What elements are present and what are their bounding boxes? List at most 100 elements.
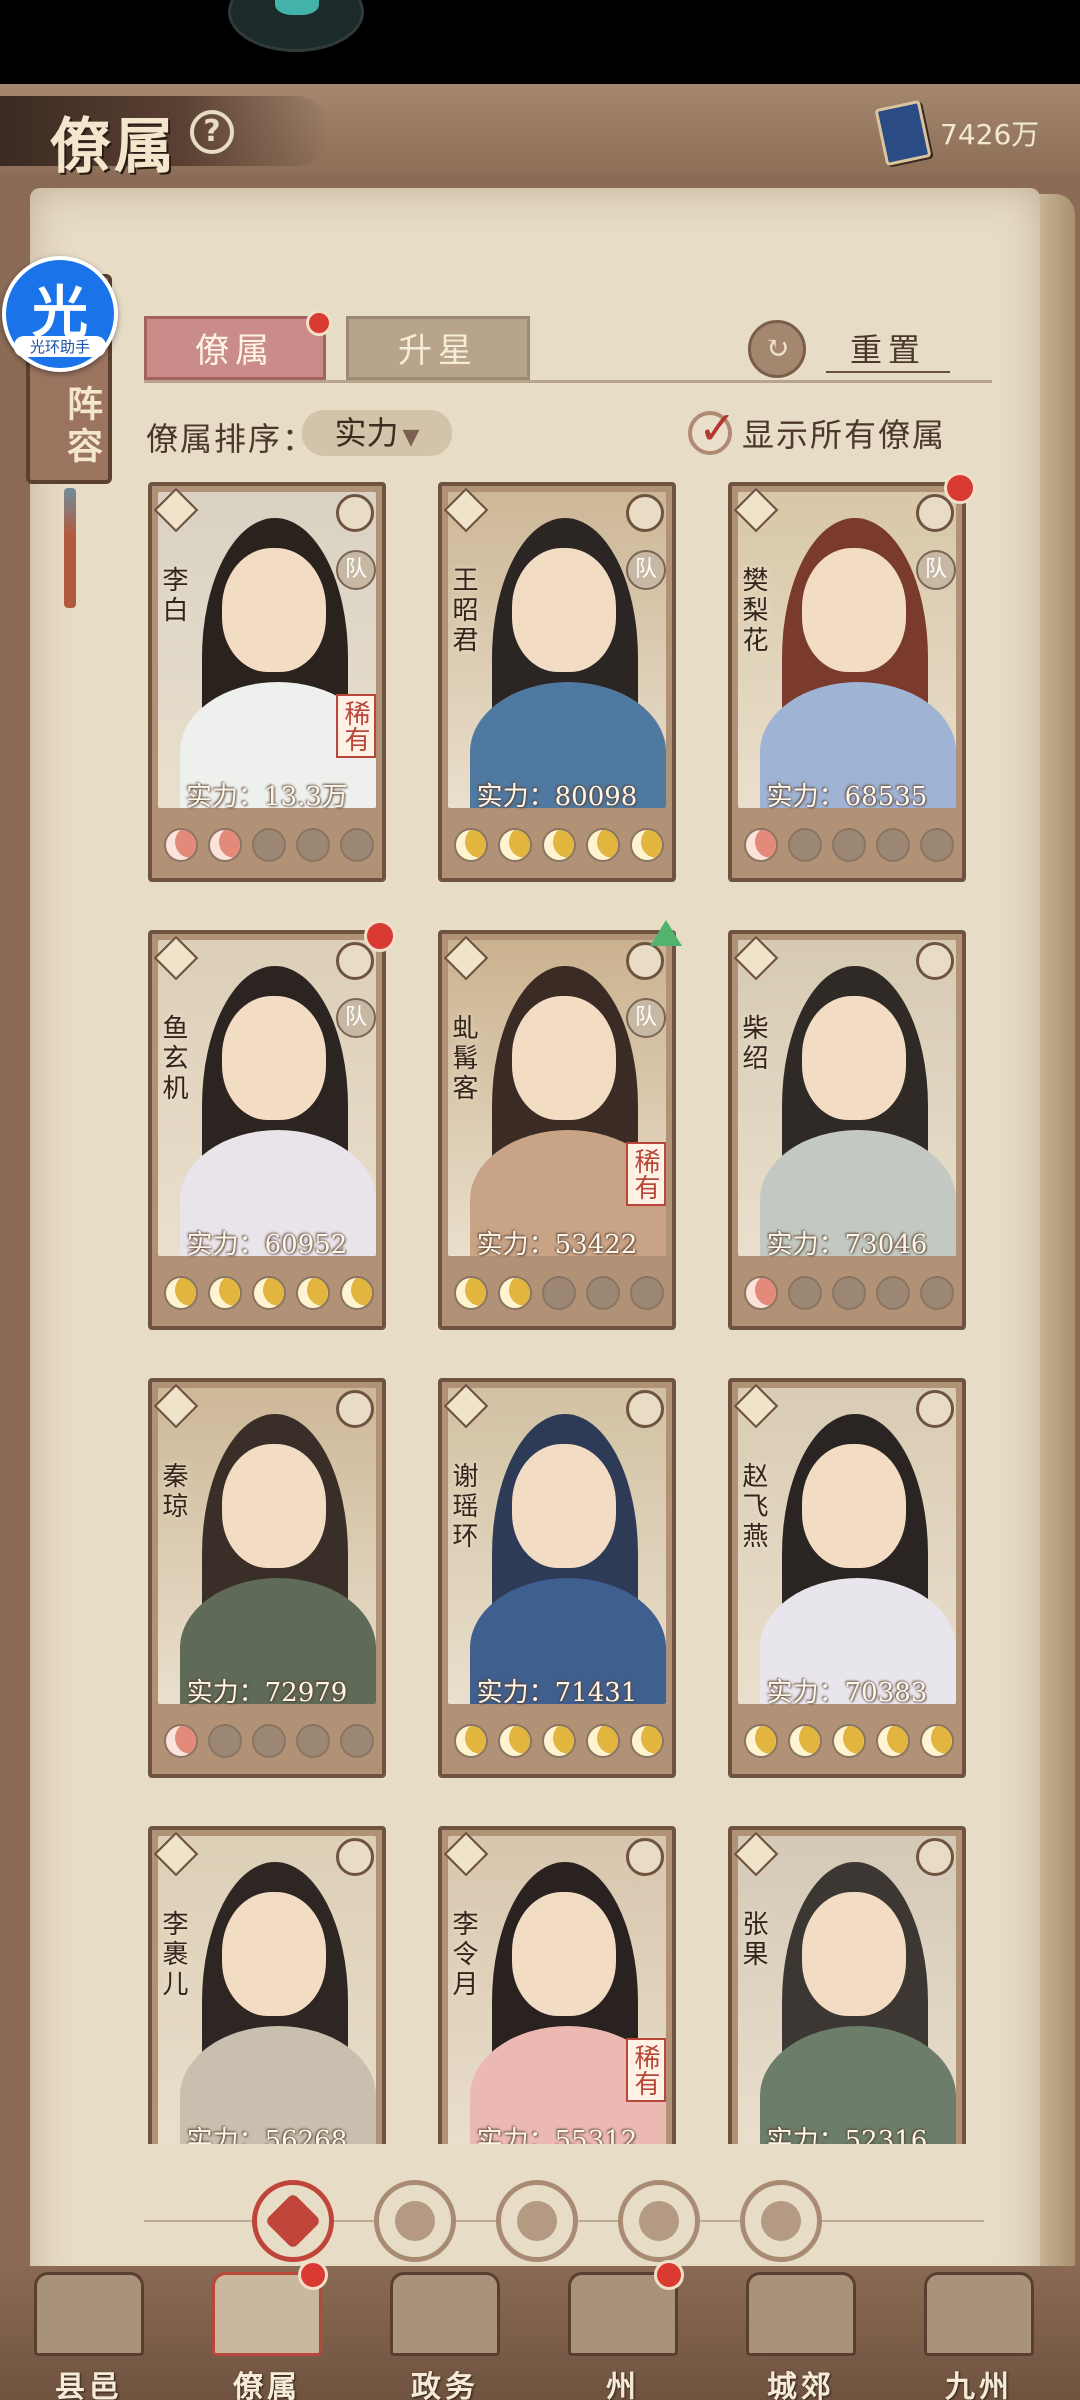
moon-star-icon bbox=[630, 1276, 664, 1310]
sort-value: 实力 bbox=[334, 414, 399, 452]
nav-item[interactable]: 僚属 bbox=[192, 2260, 342, 2400]
horse-faction-icon[interactable] bbox=[740, 2180, 822, 2262]
pot-faction-icon[interactable] bbox=[374, 2180, 456, 2262]
check-icon: ✓ bbox=[698, 401, 737, 455]
retainer-card[interactable]: 王昭君 队实力：80098 bbox=[438, 482, 676, 882]
book-icon bbox=[874, 99, 932, 167]
portrait-face bbox=[802, 548, 906, 672]
power-value: 实力：53422 bbox=[476, 1230, 638, 1260]
nav-building-icon bbox=[924, 2272, 1034, 2356]
show-all-checkbox[interactable]: ✓ bbox=[688, 401, 737, 455]
moon-star-icon bbox=[208, 1724, 242, 1758]
retainer-grid: 李白队稀有 实力：13.3万 王昭君队实力：80098 樊梨花队实力：68535 鱼玄机… bbox=[130, 464, 990, 2144]
page-title: 僚属 bbox=[50, 112, 178, 182]
retainer-card[interactable]: 柴绍 实力：73046 bbox=[728, 930, 966, 1330]
retainer-name: 张果 bbox=[738, 1910, 768, 1970]
retainer-card[interactable]: 赵飞燕实力：70383 bbox=[728, 1378, 966, 1778]
nav-item[interactable]: 县邑 bbox=[14, 2266, 164, 2400]
star-level-row bbox=[450, 1272, 668, 1316]
power-value: 实力：70383 bbox=[766, 1678, 928, 1708]
star-level-row bbox=[450, 1720, 668, 1764]
nav-item[interactable]: 州 bbox=[548, 2260, 698, 2400]
cloud-faction-icon[interactable] bbox=[496, 2180, 578, 2262]
nav-item[interactable]: 政务 bbox=[370, 2266, 520, 2400]
star-level-row bbox=[160, 1720, 378, 1764]
fan-faction-icon[interactable] bbox=[618, 2180, 700, 2262]
moon-star-icon bbox=[832, 1724, 866, 1758]
power-value: 实力：55312 bbox=[476, 2126, 638, 2144]
moon-star-icon bbox=[876, 1724, 910, 1758]
cloud-faction-icon-glyph bbox=[517, 2201, 557, 2241]
sort-dropdown[interactable]: 实力 ▼ bbox=[302, 410, 452, 456]
star-level-row bbox=[160, 1272, 378, 1316]
retainer-card[interactable]: 鱼玄机 队实力：60952 bbox=[148, 920, 396, 1330]
help-icon[interactable]: ? bbox=[190, 110, 234, 154]
retainer-name: 赵飞燕 bbox=[738, 1462, 768, 1552]
team-badge: 队 bbox=[626, 998, 666, 1038]
star-level-row bbox=[740, 1272, 958, 1316]
moon-star-icon bbox=[498, 1724, 532, 1758]
portrait-image bbox=[158, 1388, 376, 1704]
shield-icon bbox=[626, 942, 664, 980]
moon-star-icon bbox=[832, 828, 866, 862]
notification-dot bbox=[298, 2260, 328, 2290]
star-level-row bbox=[160, 824, 378, 868]
retainer-name: 李白 bbox=[158, 566, 188, 626]
moon-star-icon bbox=[630, 1724, 664, 1758]
nav-item[interactable]: 九州 bbox=[904, 2266, 1054, 2400]
moon-star-icon bbox=[876, 1276, 910, 1310]
moon-star-icon bbox=[920, 1276, 954, 1310]
currency-value: 7426万 bbox=[940, 118, 1040, 151]
currency-display[interactable]: 7426万 bbox=[874, 99, 1040, 167]
reset-icon: ↻ bbox=[748, 320, 806, 378]
retainer-name: 王昭君 bbox=[448, 566, 478, 656]
nav-building-icon bbox=[390, 2272, 500, 2356]
retainer-name: 樊梨花 bbox=[738, 566, 768, 656]
moon-star-icon bbox=[498, 1276, 532, 1310]
power-value: 实力：56268 bbox=[186, 2126, 348, 2144]
power-value: 实力：72979 bbox=[186, 1678, 348, 1708]
retainer-card[interactable]: 虬髯客 队稀有 实力：53422 bbox=[438, 920, 682, 1330]
portrait-face bbox=[802, 1892, 906, 2016]
retainer-name: 谢瑶环 bbox=[448, 1462, 478, 1552]
retainer-card[interactable]: 张果实力：52316 bbox=[728, 1826, 966, 2144]
yin-yang-icon bbox=[626, 1838, 664, 1876]
retainer-card[interactable]: 樊梨花 队实力：68535 bbox=[728, 472, 976, 882]
notification-dot bbox=[306, 310, 332, 336]
retainer-card[interactable]: 李令月 稀有 实力：55312 bbox=[438, 1826, 676, 2144]
caret-down-icon: ▼ bbox=[402, 425, 420, 450]
reset-button[interactable]: ↻ 重置 bbox=[748, 318, 951, 380]
tab-retainer[interactable]: 僚属 bbox=[144, 316, 326, 380]
retainer-card[interactable]: 秦琼 实力：72979 bbox=[148, 1378, 386, 1778]
retainer-name: 李裹儿 bbox=[158, 1910, 188, 2000]
tab-divider bbox=[144, 380, 992, 383]
retainer-card[interactable]: 李裹儿实力：56268 bbox=[148, 1826, 386, 2144]
nav-building-icon bbox=[746, 2272, 856, 2356]
book-page-edge bbox=[1035, 194, 1075, 2294]
helper-floating-badge[interactable]: 光 光环助手 bbox=[2, 256, 118, 372]
show-all-toggle[interactable]: ✓ 显示所有僚属 bbox=[688, 401, 946, 456]
fan-faction-icon-glyph bbox=[639, 2201, 679, 2241]
retainer-name: 柴绍 bbox=[738, 1014, 768, 1074]
horse-faction-icon-glyph bbox=[761, 2201, 801, 2241]
retainer-card[interactable]: 谢瑶环 实力：71431 bbox=[438, 1378, 676, 1778]
portrait-face bbox=[222, 996, 326, 1120]
moon-star-icon bbox=[920, 828, 954, 862]
moon-star-icon bbox=[586, 1724, 620, 1758]
nav-label: 州 bbox=[606, 2370, 640, 2400]
helper-badge-label: 光环助手 bbox=[14, 336, 106, 357]
all-factions-icon[interactable] bbox=[252, 2180, 334, 2262]
nav-label: 城郊 bbox=[767, 2370, 835, 2400]
retainer-card[interactable]: 李白 队稀有 实力：13.3万 bbox=[148, 482, 386, 882]
yin-yang-icon bbox=[916, 1838, 954, 1876]
rarity-badge: 稀有 bbox=[626, 2038, 666, 2102]
moon-star-icon bbox=[208, 828, 242, 862]
moon-star-icon bbox=[744, 1276, 778, 1310]
portrait-image bbox=[158, 492, 376, 808]
tab-star-up[interactable]: 升星 bbox=[346, 316, 530, 380]
all-factions-icon-glyph bbox=[264, 2192, 322, 2250]
power-value: 实力：52316 bbox=[766, 2126, 928, 2144]
yin-yang-icon bbox=[626, 494, 664, 532]
nav-item[interactable]: 城郊 bbox=[726, 2266, 876, 2400]
sword-icon bbox=[916, 942, 954, 980]
